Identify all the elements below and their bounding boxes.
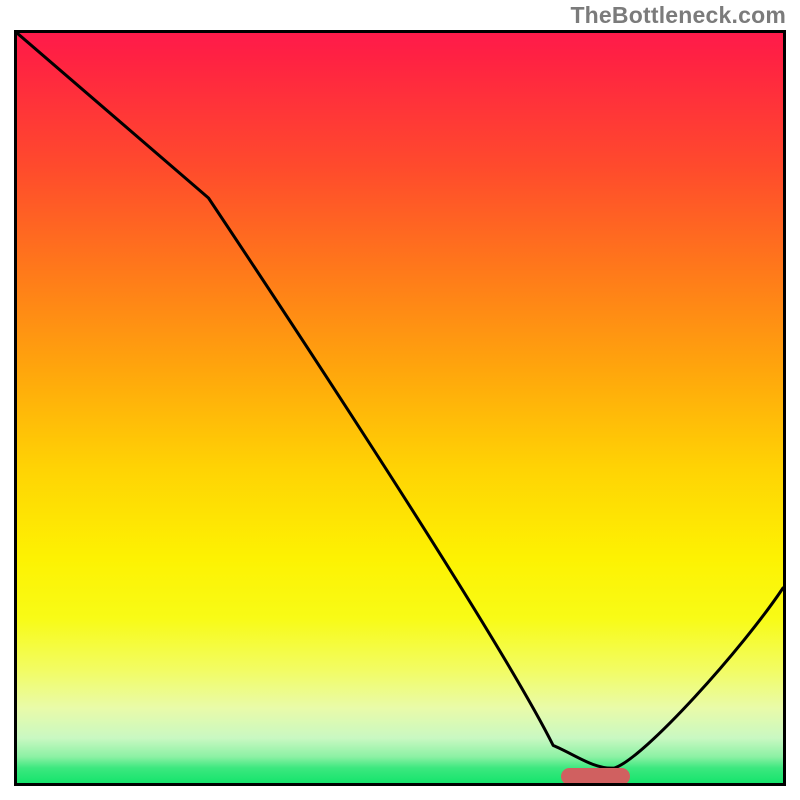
chart-container: TheBottleneck.com xyxy=(0,0,800,800)
watermark-label: TheBottleneck.com xyxy=(570,2,786,29)
curve-path xyxy=(17,33,783,768)
bottleneck-curve xyxy=(17,33,783,783)
plot-area xyxy=(14,30,786,786)
optimal-range-marker xyxy=(561,768,630,785)
